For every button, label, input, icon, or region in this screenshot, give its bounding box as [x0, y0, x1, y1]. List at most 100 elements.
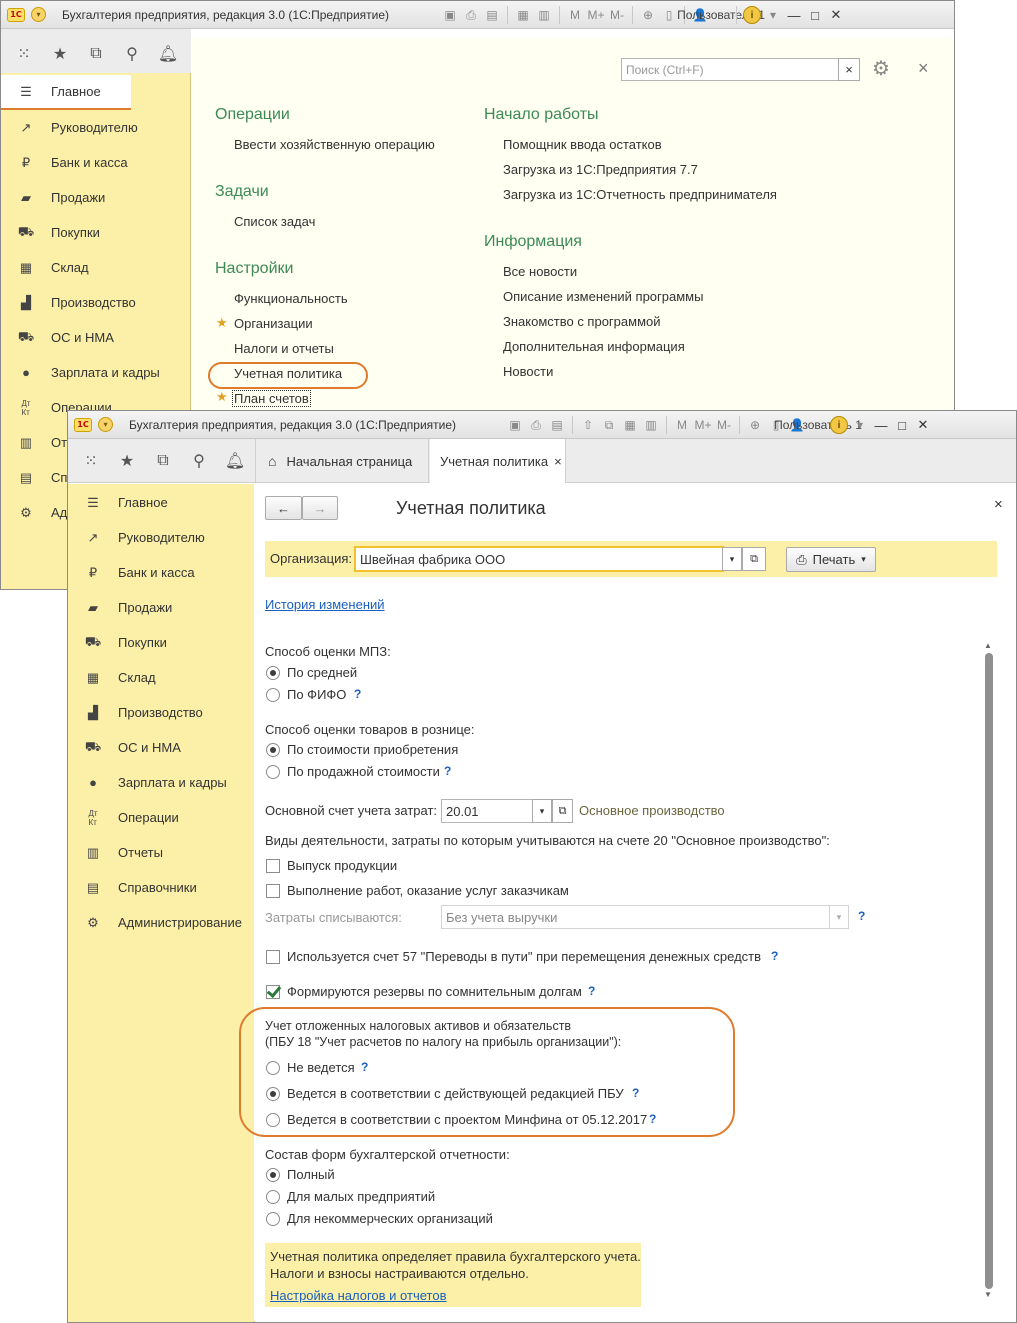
memory-mplus-icon[interactable]: M+ — [587, 6, 605, 24]
memory-mminus-icon[interactable]: M- — [715, 416, 733, 434]
cost-account-open[interactable]: ⧉ — [552, 799, 573, 823]
scroll-down-icon[interactable]: ▼ — [984, 1290, 992, 1299]
link-changes[interactable]: Описание изменений программы — [503, 289, 703, 304]
link-all-news[interactable]: Все новости — [503, 264, 577, 279]
print-button[interactable]: ⎙ Печать ▾ — [786, 547, 876, 572]
reports-nonprofit-radio[interactable] — [266, 1212, 280, 1226]
sidebar-item-operations[interactable]: Дт Кт Операции — [68, 800, 254, 835]
save-icon[interactable]: ▣ — [441, 6, 459, 24]
help-retail-sale-icon[interactable]: ? — [444, 764, 451, 778]
main-menu-icon[interactable]: ▾ — [31, 7, 46, 22]
reserves-checkbox[interactable] — [266, 985, 280, 999]
calendar-icon[interactable]: ▥ — [535, 6, 553, 24]
retail-sale-radio[interactable] — [266, 765, 280, 779]
reports-nonprofit-label[interactable]: Для некоммерческих организаций — [287, 1211, 493, 1226]
minimize-icon[interactable]: — — [785, 6, 803, 24]
deferred-none-label[interactable]: Не ведется — [287, 1060, 355, 1075]
sidebar-item-bank[interactable]: ₽ Банк и касса — [68, 555, 254, 590]
reports-full-radio[interactable] — [266, 1168, 280, 1182]
tax-settings-link[interactable]: Настройка налогов и отчетов — [270, 1288, 446, 1303]
link-load-reporting[interactable]: Загрузка из 1С:Отчетность предпринимател… — [503, 187, 777, 202]
deferred-current-label[interactable]: Ведется в соответствии с действующей ред… — [287, 1086, 624, 1101]
activity-products-checkbox[interactable] — [266, 859, 280, 873]
link-accounting-policy[interactable]: Учетная политика — [234, 366, 342, 381]
all-functions-icon[interactable]: ⁙ — [80, 451, 102, 471]
favorites-star-icon[interactable]: ★ — [49, 44, 71, 64]
help-deferred-minfin-icon[interactable]: ? — [649, 1112, 656, 1126]
cost-account-dropdown[interactable]: ▾ — [532, 799, 552, 823]
deferred-minfin-radio[interactable] — [266, 1113, 280, 1127]
memory-m-icon[interactable]: M — [566, 6, 584, 24]
sidebar-item-salary[interactable]: ● Зарплата и кадры — [68, 765, 254, 800]
search-icon[interactable]: ⚲ — [121, 44, 143, 64]
deferred-none-radio[interactable] — [266, 1061, 280, 1075]
sidebar-item-purchases[interactable]: ⛟ Покупки — [68, 625, 254, 660]
close-home-button[interactable]: × — [918, 58, 929, 79]
close-window-icon[interactable]: ✕ — [827, 6, 845, 24]
sidebar-item-main[interactable]: ☰ Главное — [68, 485, 254, 520]
sidebar-item-sales[interactable]: ▰ Продажи — [1, 180, 190, 215]
main-menu-icon[interactable]: ▾ — [98, 417, 113, 432]
search-icon[interactable]: ⚲ — [188, 451, 210, 471]
notifications-bell-icon[interactable]: 🔔︎ — [224, 451, 246, 471]
retail-cost-label[interactable]: По стоимости приобретения — [287, 742, 458, 757]
minimize-icon[interactable]: — — [872, 416, 890, 434]
link-functionality[interactable]: Функциональность — [234, 291, 348, 306]
memory-mplus-icon[interactable]: M+ — [694, 416, 712, 434]
maximize-icon[interactable]: □ — [806, 6, 824, 24]
sidebar-item-bank[interactable]: ₽ Банк и касса — [1, 145, 190, 180]
info-icon[interactable]: i — [830, 416, 848, 434]
zoom-icon[interactable]: ⊕ — [746, 416, 764, 434]
sidebar-item-assets[interactable]: ⛟ ОС и НМА — [68, 730, 254, 765]
sidebar-item-production[interactable]: ▟ Производство — [68, 695, 254, 730]
preview-icon[interactable]: ▤ — [548, 416, 566, 434]
history-link[interactable]: История изменений — [265, 597, 385, 612]
help-reserves-icon[interactable]: ? — [588, 984, 595, 998]
link-task-list[interactable]: Список задач — [234, 214, 315, 229]
account57-checkbox[interactable] — [266, 950, 280, 964]
link-intro[interactable]: Знакомство с программой — [503, 314, 661, 329]
sidebar-item-salary[interactable]: ● Зарплата и кадры — [1, 355, 190, 390]
search-clear-button[interactable]: × — [838, 58, 860, 81]
help-account57-icon[interactable]: ? — [771, 949, 778, 963]
link-enter-operation[interactable]: Ввести хозяйственную операцию — [234, 137, 435, 152]
link-load-77[interactable]: Загрузка из 1С:Предприятия 7.7 — [503, 162, 698, 177]
user-menu[interactable]: 👤 Пользователь 1 — [774, 416, 862, 434]
sidebar-item-assets[interactable]: ⛟ ОС и НМА — [1, 320, 190, 355]
form-close-button[interactable]: × — [994, 496, 1003, 513]
info-icon[interactable]: i — [743, 6, 761, 24]
mpz-average-label[interactable]: По средней — [287, 665, 357, 680]
org-dropdown-button[interactable]: ▾ — [722, 547, 742, 571]
help-deferred-none-icon[interactable]: ? — [361, 1060, 368, 1074]
sidebar-item-main[interactable]: ☰ Главное — [1, 75, 131, 110]
mpz-average-radio[interactable] — [266, 666, 280, 680]
activity-services-checkbox[interactable] — [266, 884, 280, 898]
deferred-current-radio[interactable] — [266, 1087, 280, 1101]
writeoff-field[interactable]: Без учета выручки — [441, 905, 831, 929]
save-icon[interactable]: ▣ — [506, 416, 524, 434]
tab-accounting-policy[interactable]: Учетная политика × — [430, 439, 566, 484]
sidebar-item-warehouse[interactable]: ▦ Склад — [68, 660, 254, 695]
deferred-minfin-label[interactable]: Ведется в соответствии с проектом Минфин… — [287, 1112, 647, 1127]
link-taxes-reports[interactable]: Налоги и отчеты — [234, 341, 334, 356]
scroll-up-icon[interactable]: ▲ — [984, 641, 992, 650]
all-functions-icon[interactable]: ⁙ — [13, 44, 35, 64]
tab-close-icon[interactable]: × — [554, 454, 562, 469]
link-extra-info[interactable]: Дополнительная информация — [503, 339, 685, 354]
user-menu[interactable]: 👤 Пользователь 1 — [677, 6, 765, 24]
sidebar-item-manager[interactable]: ↗ Руководителю — [1, 110, 190, 145]
sidebar-item-reports[interactable]: ▥ Отчеты — [68, 835, 254, 870]
history-icon[interactable]: ⧉ — [152, 452, 174, 470]
notifications-bell-icon[interactable]: 🔔︎ — [157, 44, 179, 64]
print-icon[interactable]: ⎙ — [462, 6, 480, 24]
preview-icon[interactable]: ▤ — [483, 6, 501, 24]
link-chart-of-accounts[interactable]: План счетов — [232, 390, 311, 407]
account57-label[interactable]: Используется счет 57 "Переводы в пути" п… — [287, 949, 761, 964]
help-deferred-current-icon[interactable]: ? — [632, 1086, 639, 1100]
maximize-icon[interactable]: □ — [893, 416, 911, 434]
print-icon[interactable]: ⎙ — [527, 416, 545, 434]
sidebar-item-manager[interactable]: ↗ Руководителю — [68, 520, 254, 555]
calendar-icon[interactable]: ▥ — [642, 416, 660, 434]
sidebar-item-purchases[interactable]: ⛟ Покупки — [1, 215, 190, 250]
search-input[interactable]: Поиск (Ctrl+F) — [621, 58, 839, 81]
